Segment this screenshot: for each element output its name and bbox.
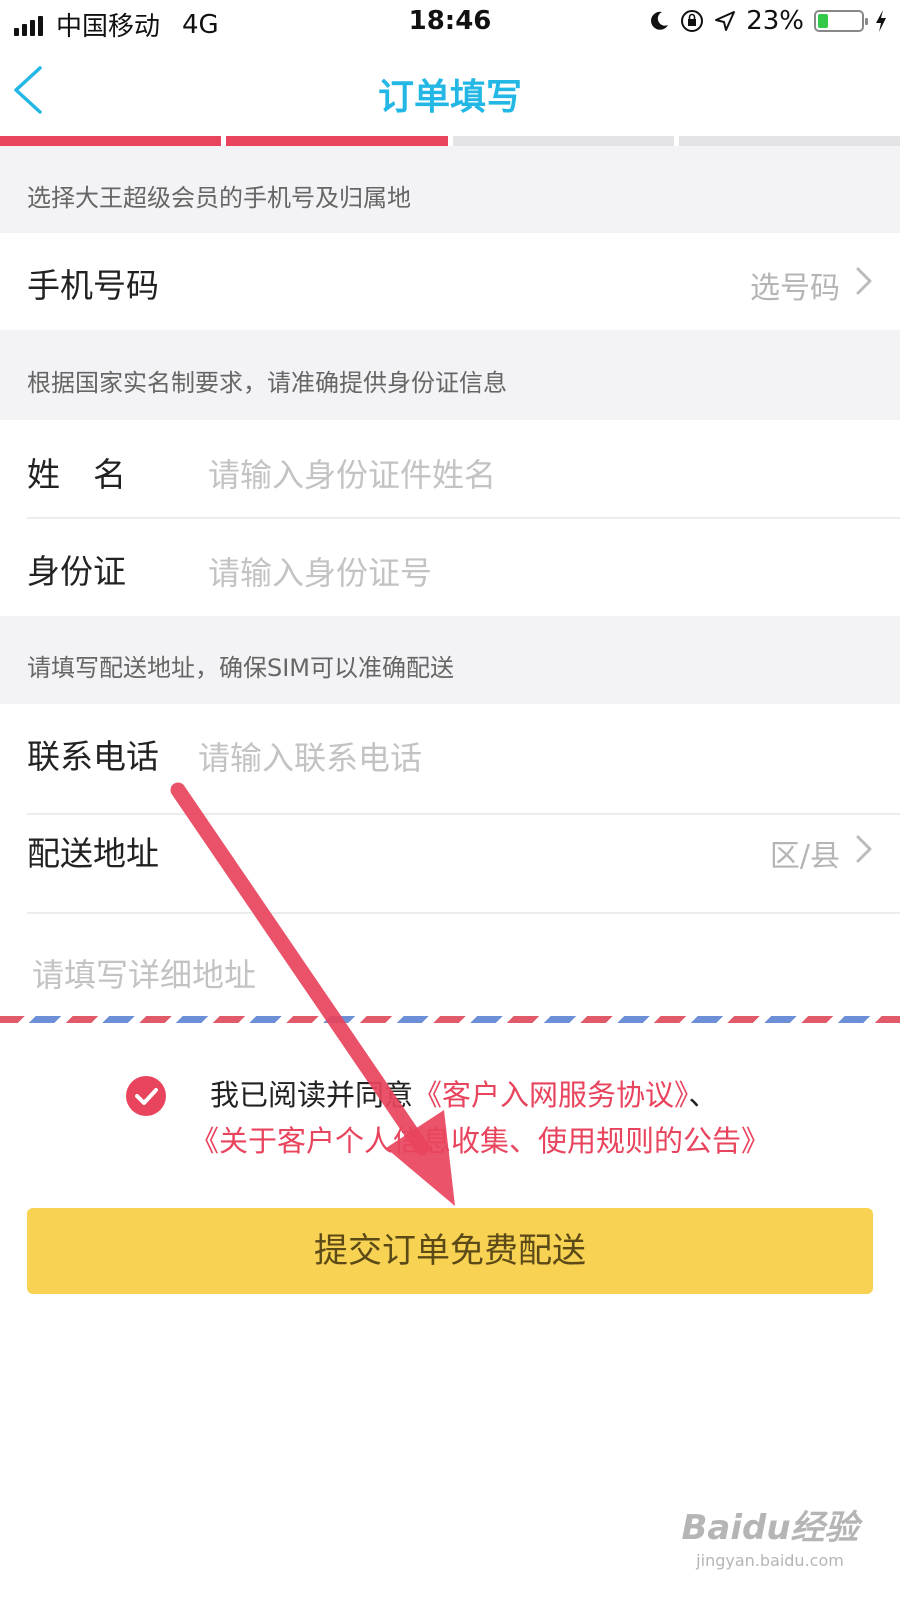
moon-icon <box>651 11 669 30</box>
address-section-hint-text: 请填写配送地址，确保SIM可以准确配送 <box>27 654 455 682</box>
contact-phone-label: 联系电话 <box>27 737 159 776</box>
progress-step-2 <box>226 136 448 146</box>
nav-bar: 订单填写 <box>0 48 900 136</box>
location-icon <box>715 11 736 31</box>
agree-checkbox[interactable] <box>126 1076 166 1116</box>
status-bar: 中国移动 4G 18:46 23% <box>0 0 900 46</box>
agreement-line-1: 我已阅读并同意《客户入网服务协议》、 <box>210 1072 718 1114</box>
agreement-separator: 、 <box>688 1078 718 1112</box>
id-section-hint-text: 根据国家实名制要求，请准确提供身份证信息 <box>27 369 507 397</box>
watermark: Baidu经验 jingyan.baidu.com <box>680 1500 860 1570</box>
delivery-address-row[interactable]: 配送地址 区/县 <box>0 815 900 912</box>
submit-order-button[interactable]: 提交订单免费配送 <box>27 1208 873 1294</box>
name-row: 姓 名 请输入身份证件姓名 <box>0 420 900 518</box>
id-section-hint: 根据国家实名制要求，请准确提供身份证信息 <box>0 330 900 420</box>
watermark-url: jingyan.baidu.com <box>696 1551 844 1570</box>
name-label: 姓 名 <box>27 455 126 494</box>
watermark-brand: Baidu经验 <box>681 1508 859 1548</box>
phone-section-hint: 选择大王超级会员的手机号及归属地 <box>0 146 900 233</box>
step-progress <box>0 136 900 146</box>
name-input[interactable]: 请输入身份证件姓名 <box>208 450 496 496</box>
phone-number-select[interactable]: 选号码 <box>750 263 840 307</box>
charging-icon <box>876 10 886 32</box>
agreement-prefix: 我已阅读并同意 <box>210 1078 414 1112</box>
progress-step-3 <box>452 136 674 146</box>
status-right: 23% <box>638 6 888 36</box>
id-card-label: 身份证 <box>27 552 126 591</box>
district-select[interactable]: 区/县 <box>770 831 840 875</box>
progress-step-4 <box>678 136 900 146</box>
phone-number-label: 手机号码 <box>27 266 159 305</box>
address-section-hint: 请填写配送地址，确保SIM可以准确配送 <box>0 616 900 704</box>
phone-number-row[interactable]: 手机号码 选号码 <box>0 233 900 330</box>
progress-step-1 <box>0 136 222 146</box>
contact-phone-input[interactable]: 请输入联系电话 <box>198 733 422 779</box>
airmail-border <box>0 1016 900 1023</box>
id-card-row: 身份证 请输入身份证号 <box>0 519 900 616</box>
detail-address-row: 请填写详细地址 <box>0 914 900 1014</box>
chevron-right-icon <box>856 835 872 863</box>
service-agreement-link[interactable]: 《客户入网服务协议》 <box>413 1078 689 1112</box>
phone-section-hint-text: 选择大王超级会员的手机号及归属地 <box>27 184 411 212</box>
battery-percent: 23% <box>746 6 804 36</box>
orientation-lock-icon <box>681 10 704 32</box>
id-card-input[interactable]: 请输入身份证号 <box>208 548 432 594</box>
checkmark-icon <box>135 1088 158 1105</box>
chevron-right-icon <box>856 267 872 295</box>
agreement-line-2: 《关于客户个人信息收集、使用规则的公告》 <box>190 1118 770 1160</box>
contact-phone-row: 联系电话 请输入联系电话 <box>0 704 900 802</box>
privacy-notice-link[interactable]: 《关于客户个人信息收集、使用规则的公告》 <box>190 1124 770 1158</box>
delivery-address-label: 配送地址 <box>27 834 159 873</box>
detail-address-input[interactable]: 请填写详细地址 <box>32 950 256 996</box>
battery-icon <box>814 10 868 32</box>
page-title: 订单填写 <box>377 77 522 118</box>
